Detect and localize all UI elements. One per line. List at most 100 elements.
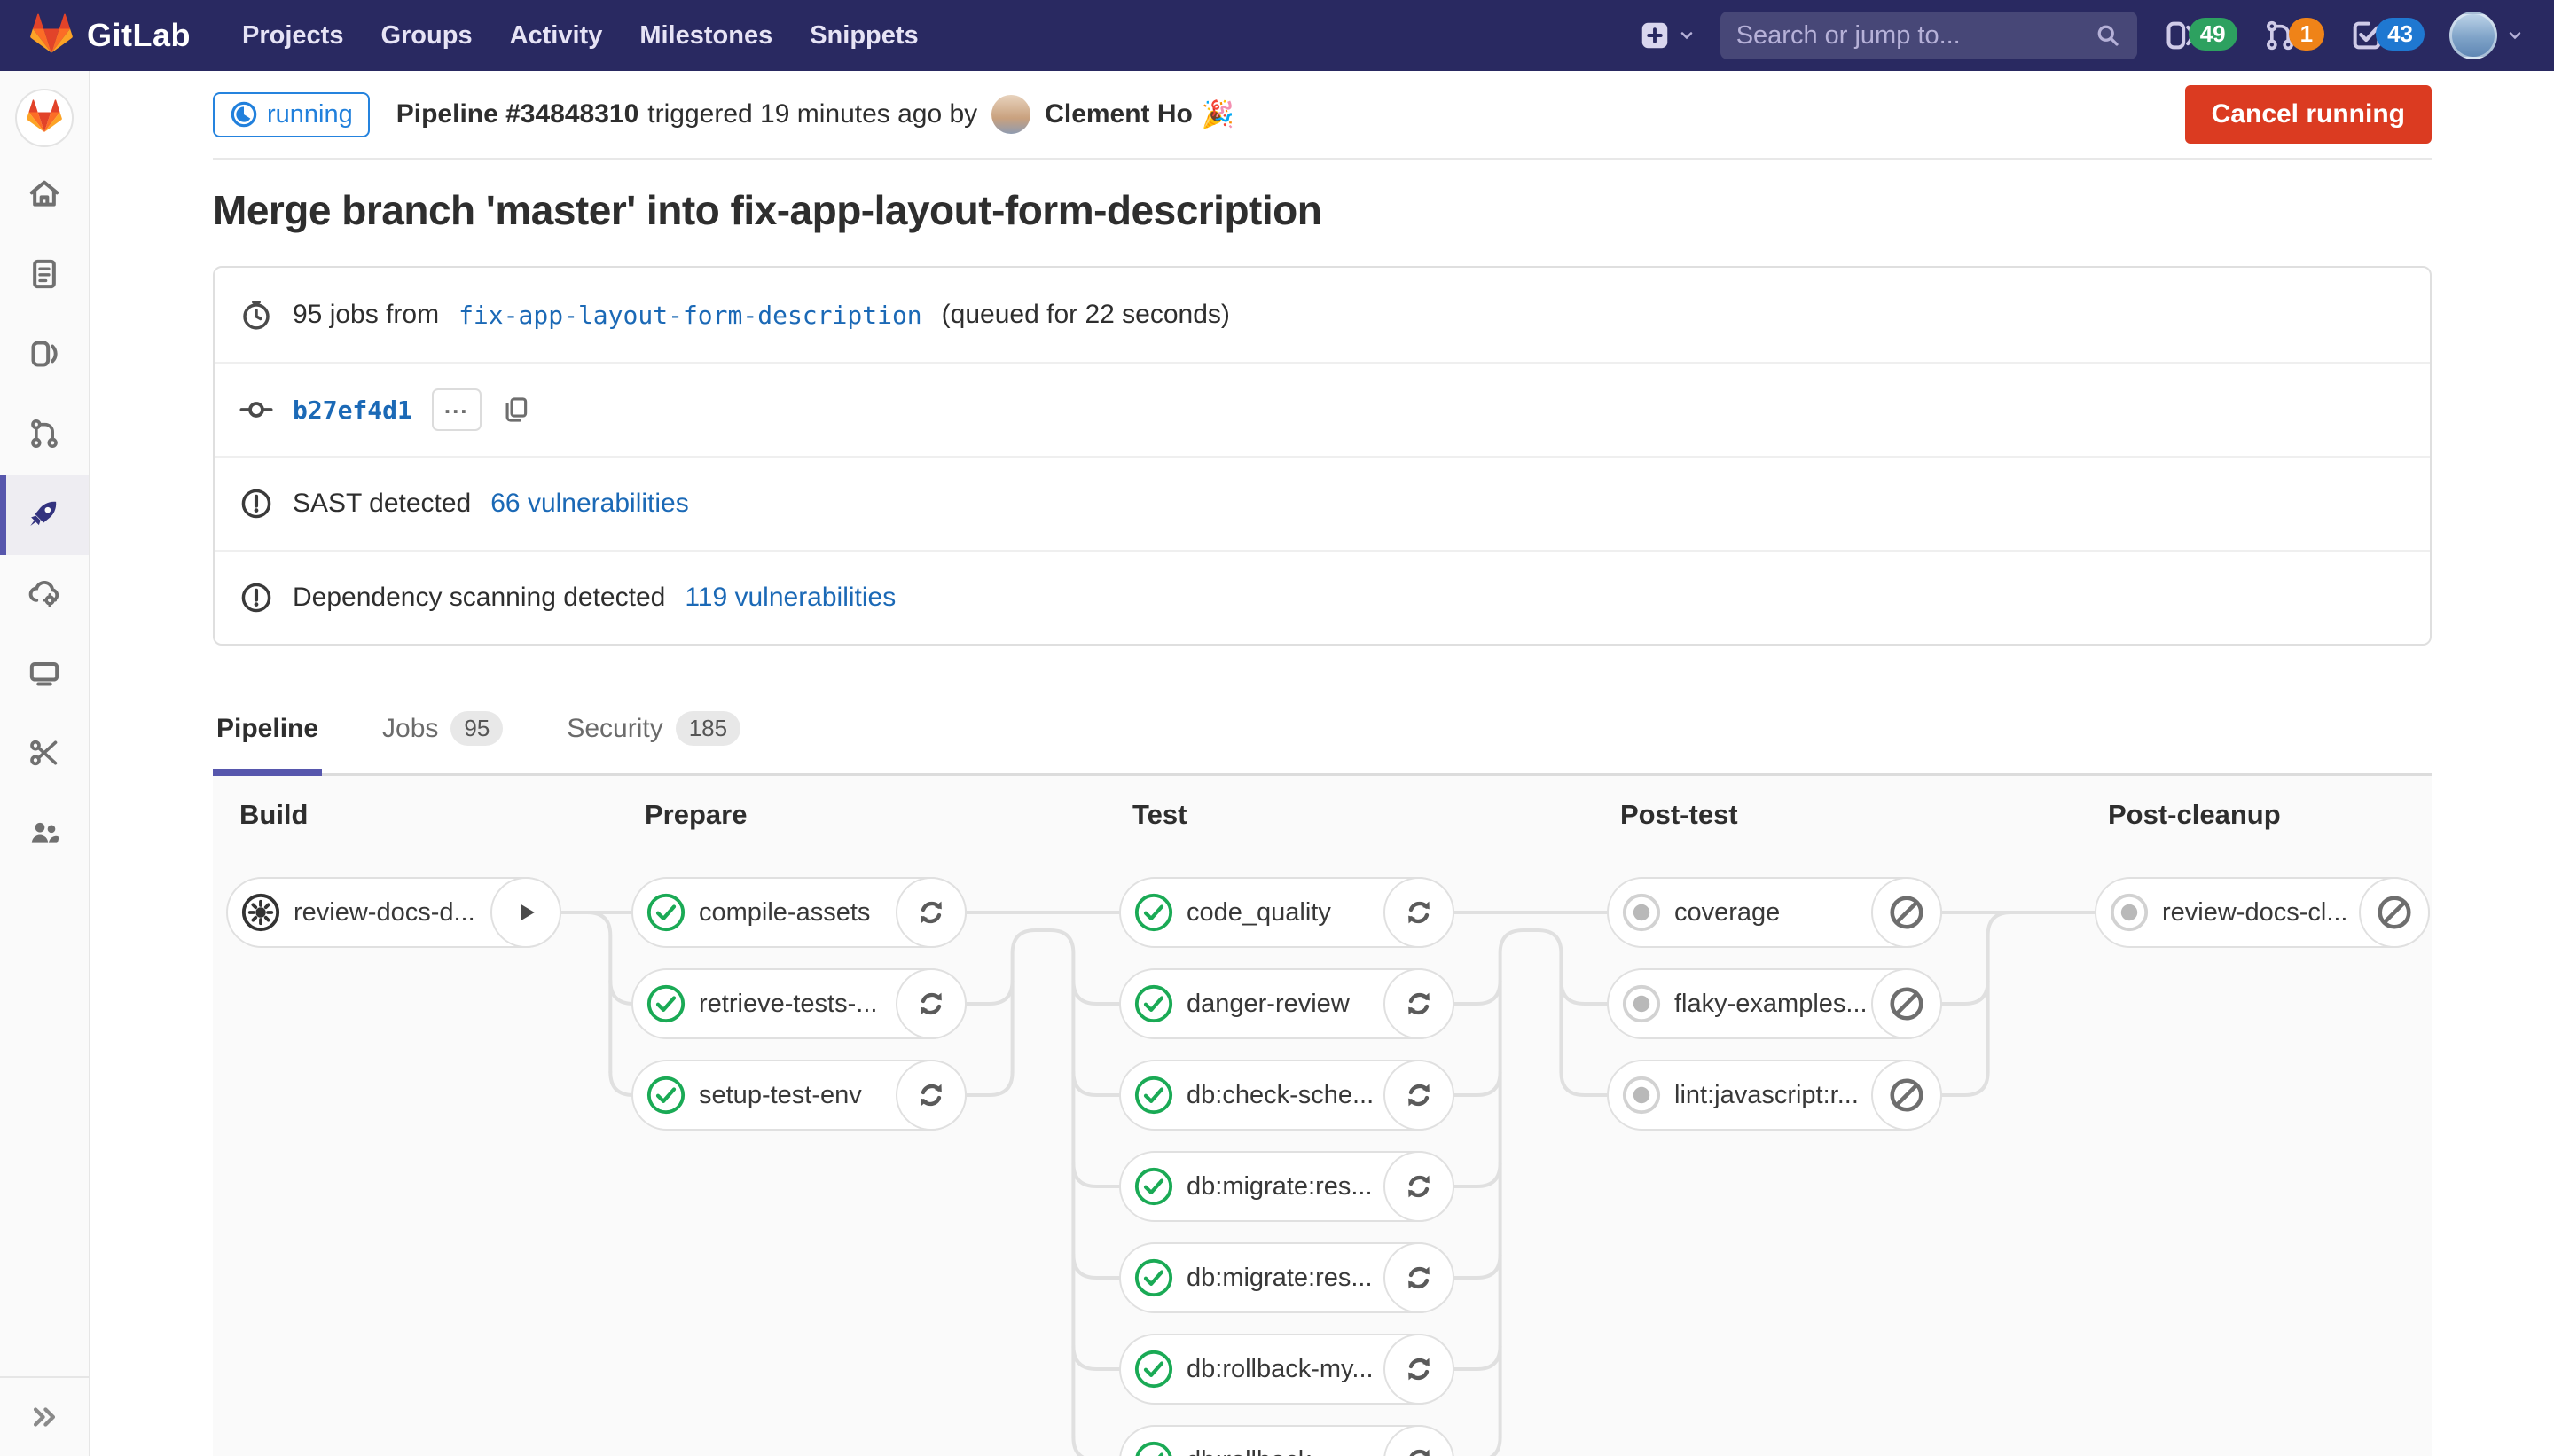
- alert-circle-icon: [239, 581, 273, 614]
- merge-requests-counter[interactable]: 1: [2262, 18, 2324, 53]
- new-menu-button[interactable]: [1639, 20, 1696, 51]
- play-job-button[interactable]: [490, 877, 561, 948]
- gitlab-brand[interactable]: GitLab: [30, 12, 191, 59]
- status-success-icon: [1133, 1166, 1174, 1207]
- status-created-icon: [1621, 1075, 1662, 1115]
- project-tanuki-icon: [27, 98, 62, 138]
- job-pill[interactable]: db:rollback...: [1119, 1425, 1454, 1456]
- branch-link[interactable]: fix-app-layout-form-description: [458, 301, 922, 330]
- retry-icon: [1401, 1443, 1437, 1456]
- dependency-vulnerabilities-link[interactable]: 119 vulnerabilities: [685, 583, 896, 613]
- cancel-job-button[interactable]: [2359, 877, 2430, 948]
- cancel-job-button[interactable]: [1871, 1060, 1942, 1131]
- cancel-job-button[interactable]: [1871, 877, 1942, 948]
- collapse-sidebar-button[interactable]: [0, 1376, 89, 1456]
- retry-icon: [1401, 1077, 1437, 1113]
- job-pill[interactable]: compile-assets: [631, 877, 967, 948]
- commit-info-row: b27ef4d1 ...: [215, 362, 2430, 456]
- stage-header-prepare: Prepare: [645, 799, 747, 831]
- tab-jobs[interactable]: Jobs95: [379, 695, 506, 776]
- sidebar-item-issues[interactable]: [0, 316, 89, 395]
- job-label: flaky-examples...: [1674, 990, 1866, 1019]
- queued-text: (queued for 22 seconds): [942, 300, 1230, 330]
- user-avatar: [2449, 12, 2497, 59]
- cancel-icon: [1888, 894, 1925, 931]
- issues-counter[interactable]: 49: [2162, 18, 2237, 53]
- job-label: review-docs-d...: [294, 898, 475, 928]
- retry-icon: [1401, 986, 1437, 1022]
- pipeline-graph: Buildreview-docs-d...Preparecompile-asse…: [213, 776, 2432, 1456]
- tab-label: Pipeline: [216, 714, 318, 744]
- retry-job-button[interactable]: [1383, 1242, 1454, 1313]
- job-pill[interactable]: flaky-examples...: [1607, 968, 1942, 1039]
- nav-menu-snippets[interactable]: Snippets: [794, 12, 934, 59]
- job-pill[interactable]: setup-test-env: [631, 1060, 967, 1131]
- job-pill[interactable]: retrieve-tests-...: [631, 968, 967, 1039]
- nav-menu-milestones[interactable]: Milestones: [623, 12, 788, 59]
- jobs-info-row: 95 jobs from fix-app-layout-form-descrip…: [215, 268, 2430, 362]
- cancel-running-button[interactable]: Cancel running: [2185, 85, 2432, 144]
- job-pill[interactable]: review-docs-d...: [226, 877, 561, 948]
- project-sidebar: [0, 71, 90, 1456]
- tab-pipeline[interactable]: Pipeline: [213, 695, 322, 776]
- nav-menu-projects[interactable]: Projects: [226, 12, 359, 59]
- job-pill[interactable]: db:migrate:res...: [1119, 1151, 1454, 1222]
- status-manual-icon: [240, 892, 281, 933]
- sidebar-item-repository[interactable]: [0, 236, 89, 316]
- sidebar-item-wiki[interactable]: [0, 635, 89, 715]
- retry-job-button[interactable]: [1383, 1151, 1454, 1222]
- pipeline-status-badge[interactable]: running: [213, 92, 370, 137]
- trigger-user-avatar[interactable]: [991, 95, 1030, 134]
- user-menu[interactable]: [2449, 12, 2524, 59]
- job-pill[interactable]: code_quality: [1119, 877, 1454, 948]
- sidebar-item-snippets[interactable]: [0, 715, 89, 795]
- retry-job-button[interactable]: [896, 968, 967, 1039]
- trigger-user-name[interactable]: Clement Ho: [1045, 99, 1193, 129]
- job-pill[interactable]: db:rollback-my...: [1119, 1334, 1454, 1405]
- repository-icon: [27, 256, 62, 296]
- play-icon: [510, 896, 542, 928]
- retry-icon: [1401, 1260, 1437, 1296]
- tab-count-badge: 185: [676, 711, 740, 746]
- project-avatar[interactable]: [15, 89, 74, 147]
- job-pill[interactable]: lint:javascript:r...: [1607, 1060, 1942, 1131]
- retry-job-button[interactable]: [1383, 1060, 1454, 1131]
- job-pill[interactable]: db:migrate:res...: [1119, 1242, 1454, 1313]
- job-pill[interactable]: db:check-sche...: [1119, 1060, 1454, 1131]
- tab-security[interactable]: Security 185: [563, 695, 744, 776]
- search-input[interactable]: [1736, 21, 2095, 51]
- nav-menu-groups[interactable]: Groups: [364, 12, 488, 59]
- retry-job-button[interactable]: [1383, 877, 1454, 948]
- job-label: danger-review: [1187, 990, 1350, 1019]
- sast-vulnerabilities-link[interactable]: 66 vulnerabilities: [490, 489, 688, 519]
- merge-requests-icon: [27, 416, 62, 456]
- wiki-icon: [27, 655, 62, 695]
- retry-job-button[interactable]: [896, 1060, 967, 1131]
- commit-expand-button[interactable]: ...: [432, 388, 482, 431]
- sidebar-item-ci-cd[interactable]: [0, 475, 89, 555]
- retry-icon: [913, 895, 949, 930]
- status-success-icon: [1133, 983, 1174, 1024]
- tab-label: Jobs: [382, 714, 438, 744]
- job-pill[interactable]: coverage: [1607, 877, 1942, 948]
- retry-job-button[interactable]: [896, 877, 967, 948]
- retry-job-button[interactable]: [1383, 1334, 1454, 1405]
- job-pill[interactable]: review-docs-cl...: [2095, 877, 2430, 948]
- retry-icon: [913, 1077, 949, 1113]
- copy-commit-button[interactable]: [501, 395, 531, 425]
- sidebar-item-merge-requests[interactable]: [0, 395, 89, 475]
- sidebar-item-home[interactable]: [0, 156, 89, 236]
- nav-menu-activity[interactable]: Activity: [494, 12, 619, 59]
- sidebar-item-members[interactable]: [0, 795, 89, 874]
- commit-sha-link[interactable]: b27ef4d1: [293, 395, 412, 425]
- job-label: compile-assets: [699, 898, 870, 928]
- todos-counter[interactable]: 43: [2349, 18, 2425, 53]
- sidebar-item-operations[interactable]: [0, 555, 89, 635]
- status-created-icon: [1621, 983, 1662, 1024]
- tab-label: Security: [567, 714, 662, 744]
- retry-job-button[interactable]: [1383, 968, 1454, 1039]
- job-label: coverage: [1674, 898, 1780, 928]
- cancel-job-button[interactable]: [1871, 968, 1942, 1039]
- job-pill[interactable]: danger-review: [1119, 968, 1454, 1039]
- status-success-icon: [646, 892, 686, 933]
